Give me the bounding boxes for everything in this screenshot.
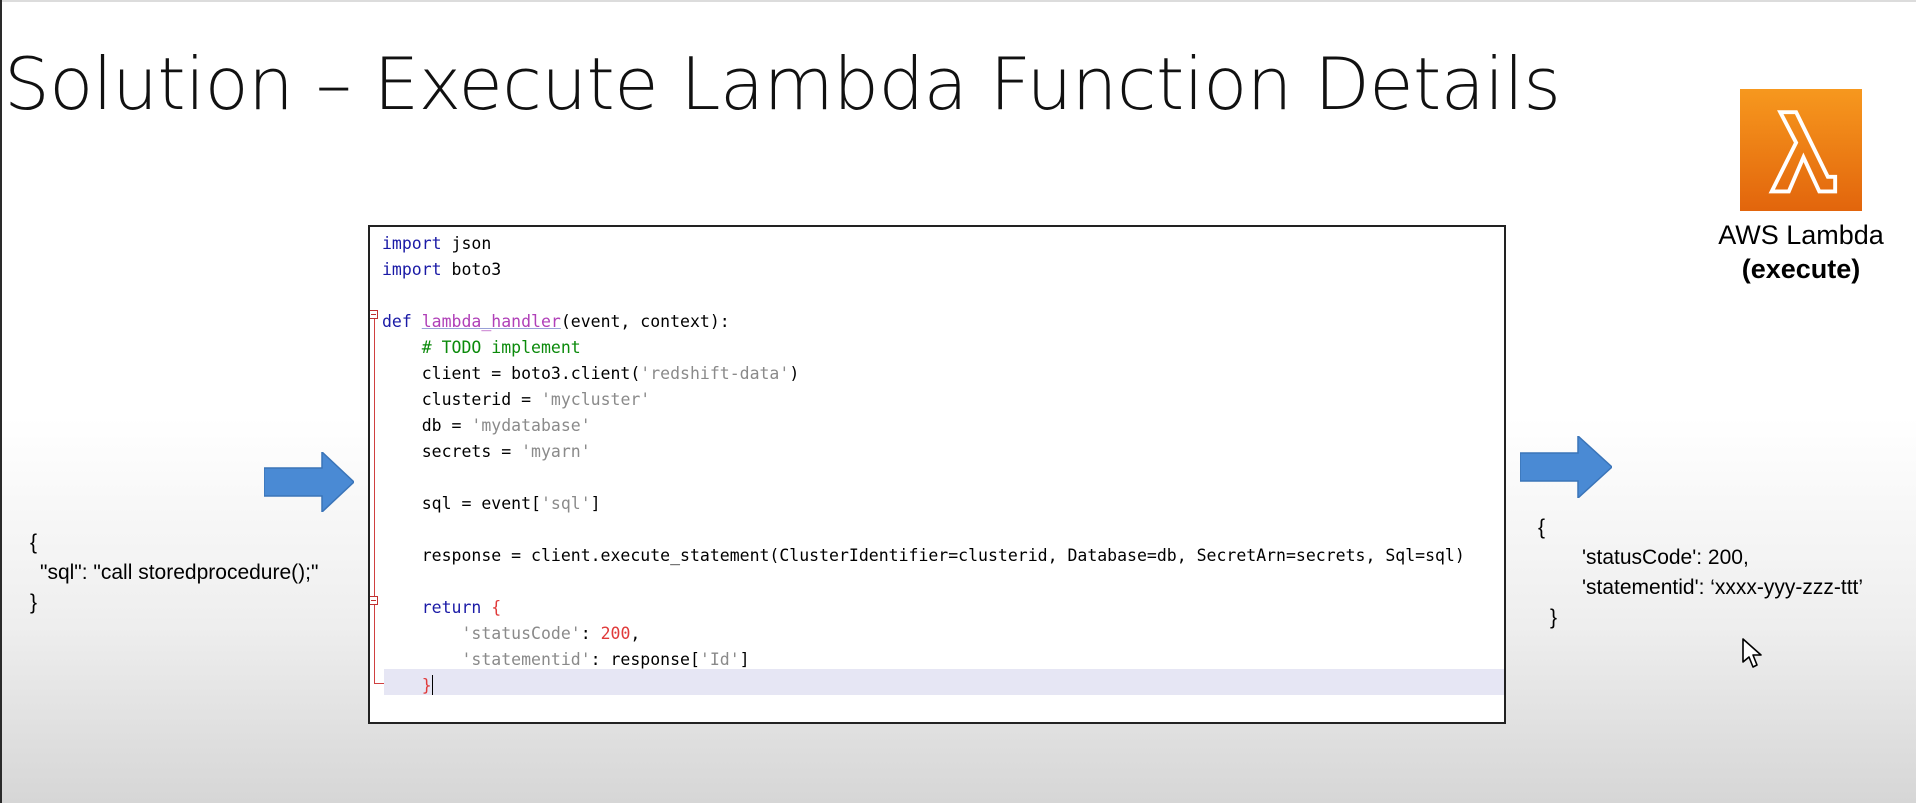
code-line: db = 'mydatabase' <box>421 416 591 435</box>
code-line: 'statementid': response['Id'] <box>461 650 750 669</box>
lambda-mode: (execute) <box>1741 254 1861 284</box>
text-caret <box>431 675 433 695</box>
mouse-pointer-icon <box>1741 637 1765 671</box>
code-line: # TODO implement <box>421 338 581 357</box>
lambda-name: AWS Lambda <box>1718 220 1884 250</box>
output-json-close: } <box>1550 606 1558 629</box>
code-line: return { <box>421 598 502 617</box>
output-json: { 'statusCode': 200, 'statementid': ‘xxx… <box>1538 513 1863 633</box>
right-arrow-icon <box>264 452 354 512</box>
code-line: clusterid = 'mycluster' <box>421 390 651 409</box>
code-line: import boto3 <box>382 260 502 279</box>
output-json-status-line: 'statusCode': 200, <box>1582 546 1749 569</box>
slide-top-edge <box>0 0 1916 2</box>
code-line: response = client.execute_statement(Clus… <box>421 546 1465 565</box>
code-line: secrets = 'myarn' <box>421 442 591 461</box>
collapse-function-icon[interactable] <box>370 310 378 319</box>
code-editor[interactable]: import json import boto3 def lambda_hand… <box>368 225 1506 724</box>
output-json-statementid-line: 'statementid': ‘xxxx-yyy-zzz-ttt’ <box>1582 576 1864 599</box>
input-json-sql-line: "sql": "call storedprocedure();" <box>40 561 319 584</box>
output-json-open: { <box>1538 516 1546 539</box>
lambda-caption: AWS Lambda (execute) <box>1700 218 1902 286</box>
right-arrow-icon <box>1520 436 1612 498</box>
input-json: { "sql": "call storedprocedure();" } <box>30 528 318 618</box>
input-json-open: { <box>30 531 38 554</box>
code-line: 'statusCode': 200, <box>461 624 641 643</box>
code-line: sql = event['sql'] <box>421 494 601 513</box>
code-line: import json <box>382 234 492 253</box>
code-lines: import json import boto3 def lambda_hand… <box>382 231 1465 699</box>
collapse-return-icon[interactable] <box>370 596 378 605</box>
code-line: def lambda_handler(event, context): <box>382 312 730 331</box>
aws-lambda-icon <box>1740 89 1862 211</box>
slide-title: Solution – Execute Lambda Function Detai… <box>4 42 1561 126</box>
slide-left-edge <box>0 0 2 803</box>
code-line: } <box>421 675 433 695</box>
fold-line <box>374 314 375 684</box>
input-json-close: } <box>30 591 38 614</box>
code-line: client = boto3.client('redshift-data') <box>421 364 800 383</box>
